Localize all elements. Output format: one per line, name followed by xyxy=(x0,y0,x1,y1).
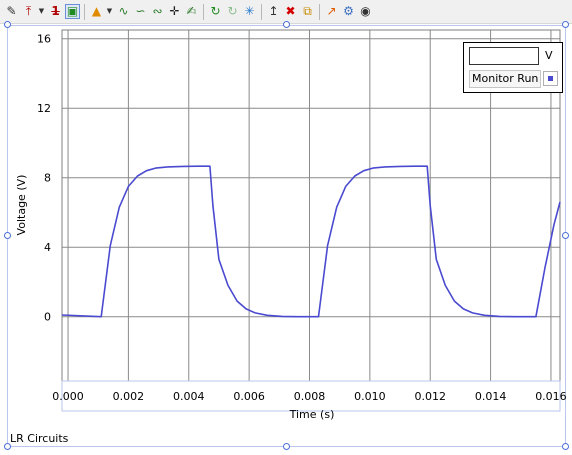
x-tick-label: 0.006 xyxy=(233,390,265,403)
x-tick-label: 0.004 xyxy=(173,390,205,403)
legend-value-field[interactable] xyxy=(469,47,539,65)
x-tick-label: 0.000 xyxy=(52,390,84,403)
x-tick-label: 0.008 xyxy=(294,390,326,403)
legend-unit-label: V xyxy=(545,49,553,62)
x-tick-label: 0.012 xyxy=(414,390,446,403)
y-tick-label: 0 xyxy=(44,311,51,324)
series-line-monitor-run[interactable] xyxy=(61,165,561,318)
x-tick-label: 0.016 xyxy=(535,390,567,403)
x-axis-label: Time (s) xyxy=(289,408,335,421)
x-tick-label: 0.014 xyxy=(475,390,507,403)
series-label-monitor-run[interactable]: Monitor Run xyxy=(469,70,542,88)
y-tick-label: 16 xyxy=(37,33,51,46)
y-tick-label: 12 xyxy=(37,102,51,115)
graph-caption: LR Circuits xyxy=(10,432,69,445)
y-axis-label: Voltage (V) xyxy=(15,175,28,236)
x-tick-label: 0.002 xyxy=(113,390,145,403)
x-tick-label: 0.010 xyxy=(354,390,386,403)
y-tick-label: 8 xyxy=(44,172,51,185)
y-tick-label: 4 xyxy=(44,241,51,254)
graph-legend: V Monitor Run xyxy=(463,42,563,93)
series-color-swatch[interactable] xyxy=(543,71,558,86)
